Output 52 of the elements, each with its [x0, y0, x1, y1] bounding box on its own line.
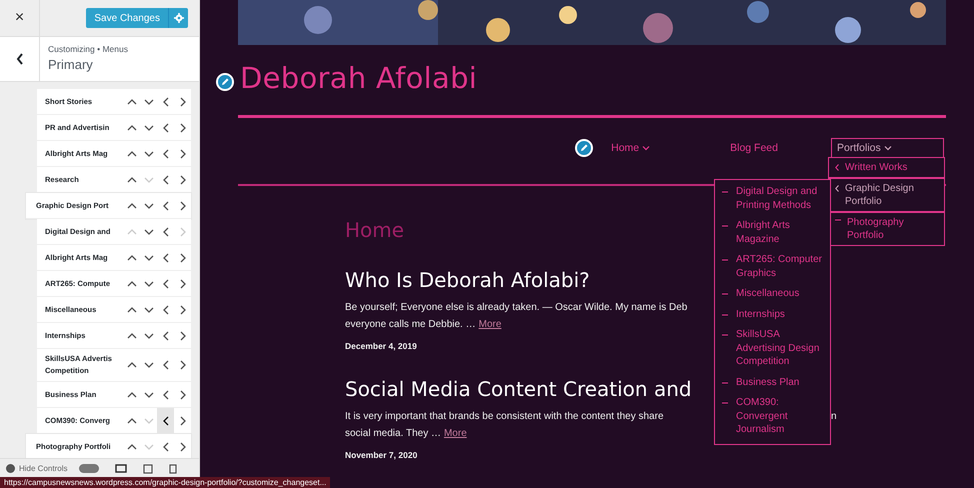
- dash-icon: [722, 382, 728, 384]
- back-icon: [16, 53, 24, 65]
- phone-icon[interactable]: [169, 464, 178, 474]
- section-title: Primary: [48, 57, 94, 72]
- edit-icon[interactable]: [216, 73, 234, 91]
- dropdown-item[interactable]: Albright Arts Magazine: [715, 216, 830, 250]
- post-title[interactable]: Social Media Content Creation and: [345, 377, 692, 401]
- post-excerpt: social media. They …: [345, 428, 441, 439]
- caret-icon: [642, 145, 650, 151]
- nav-link[interactable]: Home: [611, 142, 650, 154]
- nav-link[interactable]: Blog Feed: [730, 142, 778, 154]
- dash-icon: [722, 334, 728, 336]
- post-excerpt: everyone calls me Debbie. …: [345, 319, 476, 330]
- status-url: https://campusnewsnews.wordpress.com/graphic-design-portfolio/?customize_changeset...: [0, 477, 330, 488]
- post-date: November 7, 2020: [345, 450, 418, 460]
- dropdown-item[interactable]: Miscellaneous: [715, 284, 830, 304]
- breadcrumb: Customizing • Menus: [48, 44, 128, 54]
- chevron-left-icon: [835, 185, 839, 192]
- circle-icon: [6, 464, 15, 473]
- post-excerpt: Be yourself; Everyone else is already taken. — Oscar Wilde. My name is Deb: [345, 302, 688, 315]
- post-date: December 4, 2019: [345, 341, 417, 351]
- dash-icon: [722, 259, 728, 261]
- tablet-icon[interactable]: [143, 464, 154, 474]
- site-title[interactable]: Deborah Afolabi: [240, 61, 478, 95]
- edit-icon[interactable]: [575, 139, 594, 157]
- page-heading: Home: [345, 218, 404, 242]
- post-title[interactable]: Who Is Deborah Afolabi?: [345, 268, 590, 292]
- chevron-left-icon: [835, 164, 839, 171]
- dropdown-item[interactable]: SkillsUSA Advertising Design Competition: [715, 325, 830, 372]
- settings-icon: [174, 13, 184, 23]
- post-excerpt: It is very important that brands be consistent with the content they share: [345, 411, 665, 424]
- dash-icon: [722, 402, 728, 404]
- dropdown-item[interactable]: Business Plan: [715, 372, 830, 393]
- move-arrow-button[interactable]: [157, 408, 174, 433]
- dash-icon: [722, 314, 728, 316]
- dropdown-item[interactable]: COM390: Convergent Journalism: [715, 393, 830, 440]
- hide-controls-label: Hide Controls: [19, 464, 68, 473]
- dropdown-item[interactable]: Internships: [715, 304, 830, 325]
- dash-icon: [722, 225, 728, 227]
- dash-icon: [722, 293, 728, 295]
- dropdown-item[interactable]: ART265: Computer Graphics: [715, 250, 830, 284]
- more-link[interactable]: More: [478, 319, 502, 330]
- post-excerpt: n: [831, 411, 837, 424]
- dropdown-item[interactable]: Digital Design and Printing Methods: [715, 182, 830, 216]
- toggle-switch[interactable]: [79, 464, 100, 473]
- dropdown-item[interactable]: Written Works: [829, 157, 944, 177]
- desktop-icon[interactable]: [115, 464, 128, 474]
- more-link[interactable]: More: [444, 428, 467, 439]
- caret-icon: [884, 145, 892, 151]
- dash-icon: [722, 191, 728, 193]
- dash-icon: [835, 219, 841, 221]
- settings-button[interactable]: [168, 8, 188, 28]
